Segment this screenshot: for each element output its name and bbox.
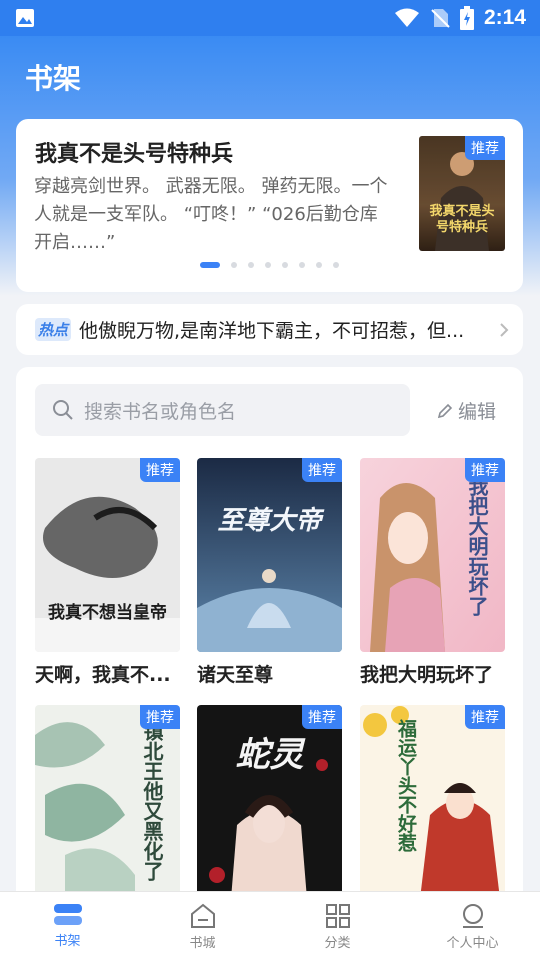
book-cover[interactable]: 我把大明玩坏了 推荐 bbox=[360, 458, 505, 652]
edit-label: 编辑 bbox=[458, 401, 497, 423]
book-item[interactable]: 我真不想当皇帝 推荐 天啊，我真不... bbox=[35, 458, 180, 687]
book-title: 诸天至尊 bbox=[197, 664, 274, 686]
book-item[interactable]: 蛇灵 推荐 bbox=[197, 705, 342, 907]
featured-book-title: 我真不是头号特种兵 bbox=[35, 142, 234, 167]
book-item[interactable]: 至尊大帝 推荐 诸天至尊 bbox=[197, 458, 342, 687]
page-title: 书架 bbox=[25, 62, 82, 95]
featured-book-description: 穿越亮剑世界。 武器无限。 弹药无限。一个人就是一支军队。 “叮咚！” “026… bbox=[34, 176, 388, 253]
book-cover[interactable]: 至尊大帝 推荐 bbox=[197, 458, 342, 652]
tab-label: 书架 bbox=[54, 934, 81, 949]
recommend-badge: 推荐 bbox=[465, 458, 505, 482]
no-sim-icon bbox=[431, 9, 450, 28]
category-icon bbox=[325, 904, 350, 928]
tab-bookstore[interactable]: 书城 bbox=[135, 892, 270, 960]
book-cover-title: 福运丫头不好惹 bbox=[395, 719, 417, 852]
book-cover[interactable]: 蛇灵 推荐 bbox=[197, 705, 342, 899]
carousel-dot[interactable] bbox=[248, 262, 254, 268]
status-bar: 2:14 bbox=[0, 0, 540, 36]
carousel-dot[interactable] bbox=[200, 262, 220, 268]
search-input[interactable]: 搜索书名或角色名 bbox=[35, 384, 410, 436]
carousel-dot[interactable] bbox=[333, 262, 339, 268]
featured-book-cover[interactable]: 我真不是头号特种兵 推荐 bbox=[419, 136, 505, 251]
tab-label: 书城 bbox=[189, 936, 216, 951]
recommend-badge: 推荐 bbox=[140, 705, 180, 729]
hot-tag: 热点 bbox=[35, 318, 72, 341]
hot-news-text: 他傲睨万物,是南洋地下霸主，不可招惹，但... bbox=[79, 320, 465, 342]
book-cover-title: 我把大明玩坏了 bbox=[465, 476, 489, 616]
gallery-notification-icon bbox=[16, 9, 34, 27]
carousel-dot[interactable] bbox=[299, 262, 305, 268]
pencil-icon bbox=[437, 403, 453, 418]
profile-icon bbox=[462, 904, 483, 928]
book-item[interactable]: 我把大明玩坏了 推荐 我把大明玩坏了 bbox=[360, 458, 505, 687]
recommend-badge: 推荐 bbox=[302, 458, 342, 482]
carousel-dot[interactable] bbox=[316, 262, 322, 268]
book-cover-title: 至尊大帝 bbox=[217, 506, 322, 536]
book-cover[interactable]: 我真不想当皇帝 推荐 bbox=[35, 458, 180, 652]
tab-label: 分类 bbox=[324, 936, 351, 951]
recommend-badge: 推荐 bbox=[302, 705, 342, 729]
book-cover-title: 我真不想当皇帝 bbox=[48, 603, 167, 623]
tab-bookshelf[interactable]: 书架 bbox=[0, 892, 135, 960]
tab-category[interactable]: 分类 bbox=[270, 892, 405, 960]
bottom-tab-bar: 书架 书城 分类 个人中心 bbox=[0, 891, 540, 960]
chevron-right-icon bbox=[500, 322, 509, 337]
featured-cover-title: 我真不是头号特种兵 bbox=[429, 204, 495, 235]
book-item[interactable]: 福运丫头不好惹 推荐 bbox=[360, 705, 505, 907]
recommend-badge: 推荐 bbox=[465, 136, 505, 160]
tab-label: 个人中心 bbox=[446, 936, 499, 951]
carousel-dot[interactable] bbox=[265, 262, 271, 268]
search-placeholder: 搜索书名或角色名 bbox=[84, 400, 237, 423]
bookshelf-card: 搜索书名或角色名 编辑 我真不想当皇帝 推荐 天啊，我真不... 至尊大帝 推荐… bbox=[16, 367, 523, 927]
bookshelf-icon bbox=[53, 904, 82, 925]
book-title: 天啊，我真不... bbox=[35, 664, 171, 686]
book-cover[interactable]: 镇北王他又黑化了 推荐 bbox=[35, 705, 180, 899]
book-cover-art bbox=[197, 458, 342, 652]
book-cover-title: 蛇灵 bbox=[235, 735, 304, 775]
carousel-dot[interactable] bbox=[282, 262, 288, 268]
battery-charging-icon bbox=[459, 6, 474, 30]
tab-profile[interactable]: 个人中心 bbox=[405, 892, 540, 960]
featured-book-card[interactable]: 我真不是头号特种兵 穿越亮剑世界。 武器无限。 弹药无限。一个人就是一支军队。 … bbox=[16, 119, 523, 292]
book-cover-title: 镇北王他又黑化了 bbox=[140, 721, 164, 881]
carousel-indicator bbox=[200, 262, 339, 268]
book-title: 我把大明玩坏了 bbox=[360, 664, 494, 686]
hot-news-bar[interactable]: 热点 他傲睨万物,是南洋地下霸主，不可招惹，但... bbox=[16, 304, 523, 355]
edit-button[interactable]: 编辑 bbox=[436, 397, 496, 424]
search-icon bbox=[53, 400, 73, 420]
bookstore-icon bbox=[190, 903, 215, 928]
book-cover[interactable]: 福运丫头不好惹 推荐 bbox=[360, 705, 505, 899]
carousel-dot[interactable] bbox=[231, 262, 237, 268]
recommend-badge: 推荐 bbox=[465, 705, 505, 729]
recommend-badge: 推荐 bbox=[140, 458, 180, 482]
book-item[interactable]: 镇北王他又黑化了 推荐 bbox=[35, 705, 180, 907]
status-time: 2:14 bbox=[483, 6, 526, 29]
wifi-icon bbox=[394, 8, 419, 27]
